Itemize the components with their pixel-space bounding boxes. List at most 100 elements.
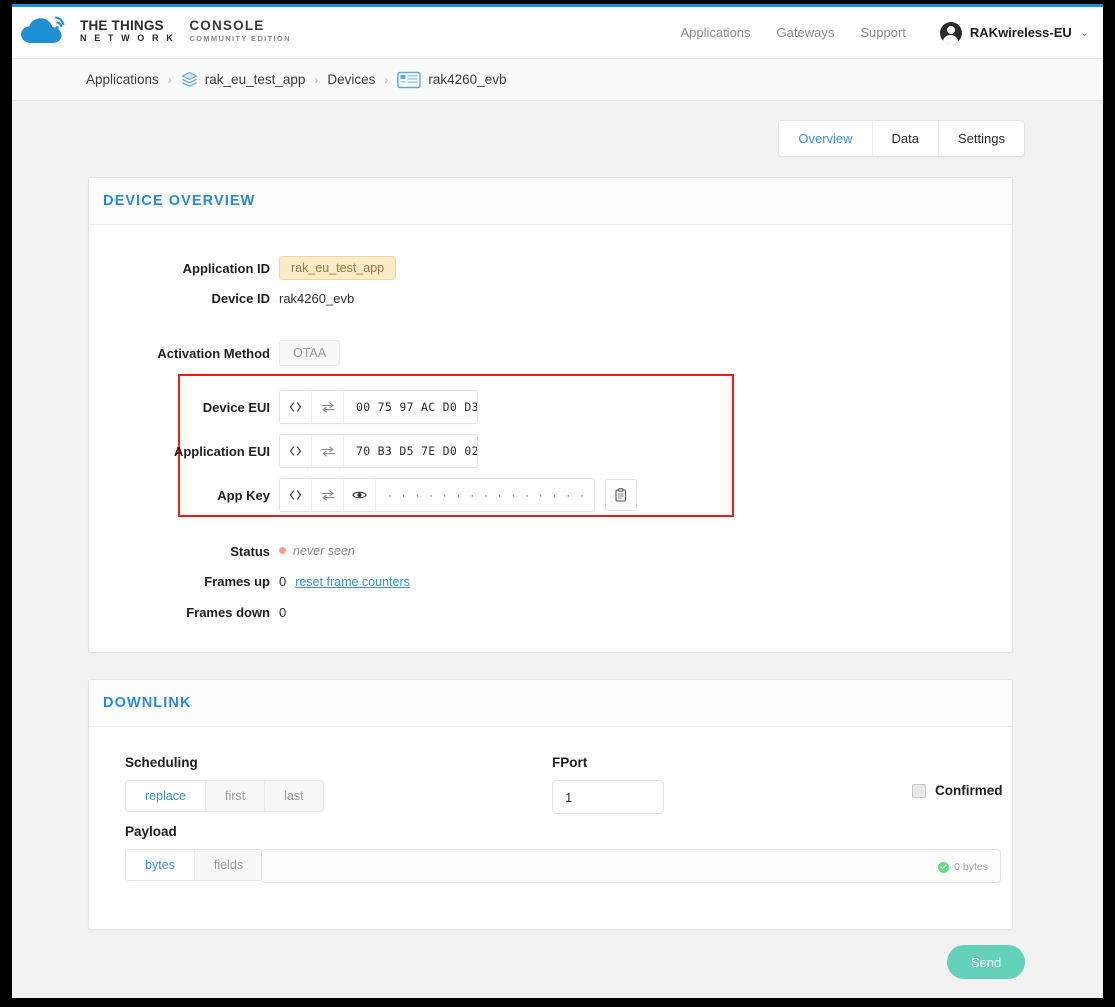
downlink-panel: DOWNLINK Scheduling replace first last F…: [88, 679, 1013, 930]
user-name: RAKwireless-EU: [969, 25, 1072, 40]
page-title: DEVICE OVERVIEW: [103, 193, 256, 209]
brand-console: CONSOLE: [189, 17, 265, 33]
tab-settings[interactable]: Settings: [938, 121, 1024, 156]
nav-gateways[interactable]: Gateways: [777, 25, 835, 40]
app-key-format-toggle-button[interactable]: [280, 479, 312, 511]
row-frames-down: Frames down 0: [89, 605, 286, 620]
row-application-id: Application ID rak_eu_test_app: [89, 256, 397, 280]
payload-option-fields[interactable]: fields: [193, 850, 263, 880]
frames-up-value: 0: [279, 574, 287, 589]
send-button[interactable]: Send: [947, 945, 1025, 979]
nav-support[interactable]: Support: [860, 25, 906, 40]
clipboard-icon: [615, 488, 626, 502]
payload-option-bytes[interactable]: bytes: [126, 850, 194, 880]
breadcrumb-device: rak4260_evb: [397, 71, 506, 89]
row-frames-up: Frames up 0 reset frame counters: [89, 574, 410, 589]
status-dot-icon: [279, 547, 286, 555]
swap-arrows-icon: [320, 401, 335, 413]
application-eui-byte-order-button[interactable]: [312, 435, 344, 467]
device-eui-format-toggle-button[interactable]: [280, 391, 312, 423]
device-id-label: Device ID: [211, 291, 270, 306]
device-id-value: rak4260_evb: [279, 291, 355, 306]
breadcrumb-device-label: rak4260_evb: [428, 72, 507, 87]
row-device-eui: Device EUI 00 75 97 AC D0 D3 AC 25: [89, 390, 478, 424]
row-activation-method: Activation Method OTAA: [89, 340, 341, 366]
device-eui-label: Device EUI: [202, 399, 270, 415]
application-eui-field-group: 70 B3 D5 7E D0 02 E0 6D: [279, 434, 478, 468]
device-overview-header: DEVICE OVERVIEW: [89, 178, 1012, 225]
tab-overview[interactable]: Overview: [779, 121, 872, 156]
swap-arrows-icon: [320, 445, 335, 457]
downlink-header: DOWNLINK: [89, 680, 1012, 727]
device-eui-value[interactable]: 00 75 97 AC D0 D3 AC 25: [344, 391, 477, 423]
frames-up-label: Frames up: [204, 574, 270, 589]
breadcrumb-separator-icon-2: ›: [314, 72, 319, 87]
payload-label: Payload: [125, 824, 177, 839]
brand-line-1: THE THINGS: [80, 17, 164, 33]
status-value: never seen: [293, 544, 355, 558]
fport-label: FPort: [552, 755, 588, 770]
device-icon: [397, 71, 422, 88]
brand-logo[interactable]: THE THINGS N E T W O R K CONSOLE COMMUNI…: [20, 15, 291, 47]
payload-input-box[interactable]: 0 bytes: [261, 849, 1001, 883]
payload-segmented-control: bytes fields: [125, 849, 264, 881]
app-header: THE THINGS N E T W O R K CONSOLE COMMUNI…: [12, 7, 1103, 59]
stack-icon: [181, 72, 198, 87]
device-eui-field-group: 00 75 97 AC D0 D3 AC 25: [279, 390, 478, 424]
avatar: [939, 21, 962, 44]
reset-frame-counters-link[interactable]: reset frame counters: [295, 575, 410, 589]
chevron-down-icon: ⌄: [1079, 27, 1089, 39]
app-key-byte-order-button[interactable]: [312, 479, 344, 511]
confirmed-label: Confirmed: [935, 783, 1003, 798]
app-key-copy-button[interactable]: [605, 479, 637, 511]
application-eui-label: Application EUI: [173, 443, 270, 459]
scheduling-option-replace[interactable]: replace: [126, 781, 205, 811]
row-status: Status never seen: [89, 542, 355, 560]
swap-arrows-icon: [320, 489, 335, 501]
fport-input[interactable]: [552, 780, 664, 814]
brand-line-2: N E T W O R K: [80, 33, 176, 44]
downlink-title: DOWNLINK: [103, 695, 192, 711]
view-tabs: Overview Data Settings: [778, 120, 1025, 157]
status-badge: never seen: [279, 542, 355, 560]
row-device-id: Device ID rak4260_evb: [89, 291, 354, 306]
application-id-label: Application ID: [182, 260, 270, 276]
scheduling-option-last[interactable]: last: [264, 781, 323, 811]
confirmed-checkbox[interactable]: [912, 783, 926, 798]
code-brackets-icon: [289, 490, 302, 500]
brand-edition: COMMUNITY EDITION: [189, 34, 291, 44]
tab-data[interactable]: Data: [871, 121, 939, 156]
nav-applications[interactable]: Applications: [680, 25, 750, 40]
row-app-key: App Key · · · · · · · · · · · · · · ·: [89, 478, 637, 512]
scheduling-option-first[interactable]: first: [205, 781, 265, 811]
frames-down-label: Frames down: [186, 605, 270, 620]
frames-down-value: 0: [279, 605, 287, 620]
payload-bytes-indicator: 0 bytes: [938, 850, 988, 884]
breadcrumb-separator-icon: ›: [167, 72, 172, 87]
breadcrumb-app[interactable]: rak_eu_test_app: [181, 71, 306, 88]
device-eui-byte-order-button[interactable]: [312, 391, 344, 423]
cloud-logo-icon: [21, 16, 65, 43]
app-key-value[interactable]: · · · · · · · · · · · · · · · · · · · · …: [376, 479, 594, 511]
user-menu[interactable]: RAKwireless-EU ⌄: [939, 21, 1089, 44]
breadcrumb: Applications › rak_eu_test_app › Devices…: [12, 59, 1103, 101]
application-eui-value[interactable]: 70 B3 D5 7E D0 02 E0 6D: [344, 435, 477, 467]
breadcrumb-devices[interactable]: Devices: [327, 72, 375, 87]
confirmed-checkbox-wrap[interactable]: Confirmed: [912, 783, 1003, 798]
breadcrumb-app-label: rak_eu_test_app: [204, 72, 306, 87]
application-id-value-wrap: rak_eu_test_app: [279, 256, 397, 280]
breadcrumb-applications[interactable]: Applications: [86, 72, 159, 87]
device-overview-panel: DEVICE OVERVIEW Application ID rak_eu_te…: [88, 177, 1013, 653]
eye-icon: [352, 491, 367, 499]
status-label: Status: [230, 543, 270, 559]
activation-method-tag: OTAA: [279, 340, 341, 366]
code-brackets-icon: [289, 446, 302, 456]
app-key-reveal-button[interactable]: [344, 479, 376, 511]
payload-bytes-text: 0 bytes: [954, 861, 988, 873]
scheduling-label: Scheduling: [125, 755, 198, 770]
breadcrumb-separator-icon-3: ›: [384, 72, 389, 87]
app-page: THE THINGS N E T W O R K CONSOLE COMMUNI…: [12, 4, 1103, 998]
application-id-tag[interactable]: rak_eu_test_app: [279, 256, 397, 280]
app-key-label: App Key: [217, 487, 270, 503]
application-eui-format-toggle-button[interactable]: [280, 435, 312, 467]
